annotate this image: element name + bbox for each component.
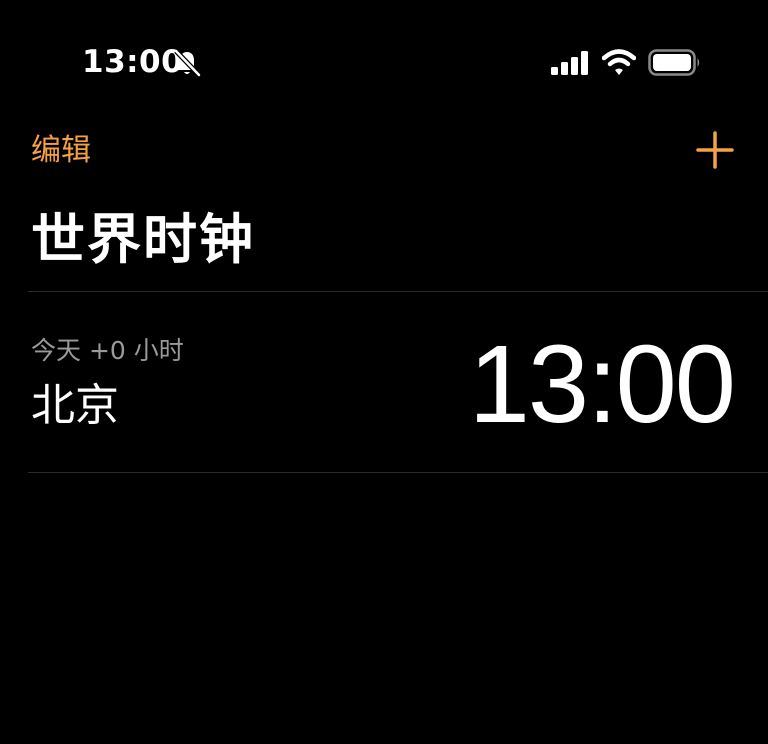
clock-offset-label: 今天 +0 小时	[31, 336, 184, 365]
status-bar: 13:00	[0, 0, 768, 110]
status-time: 13:00	[82, 44, 184, 80]
clock-city-name: 北京	[31, 380, 119, 431]
wifi-icon	[602, 49, 636, 75]
page-title: 世界时钟	[31, 208, 255, 271]
cellular-signal-icon	[551, 51, 588, 75]
world-clock-row[interactable]: 今天 +0 小时 北京 13:00	[0, 292, 768, 472]
edit-button[interactable]: 编辑	[31, 132, 91, 170]
bell-slash-icon	[174, 49, 201, 77]
divider	[28, 472, 768, 473]
clock-time: 13:00	[468, 323, 736, 446]
plus-icon[interactable]	[696, 131, 734, 169]
battery-icon	[648, 49, 700, 76]
